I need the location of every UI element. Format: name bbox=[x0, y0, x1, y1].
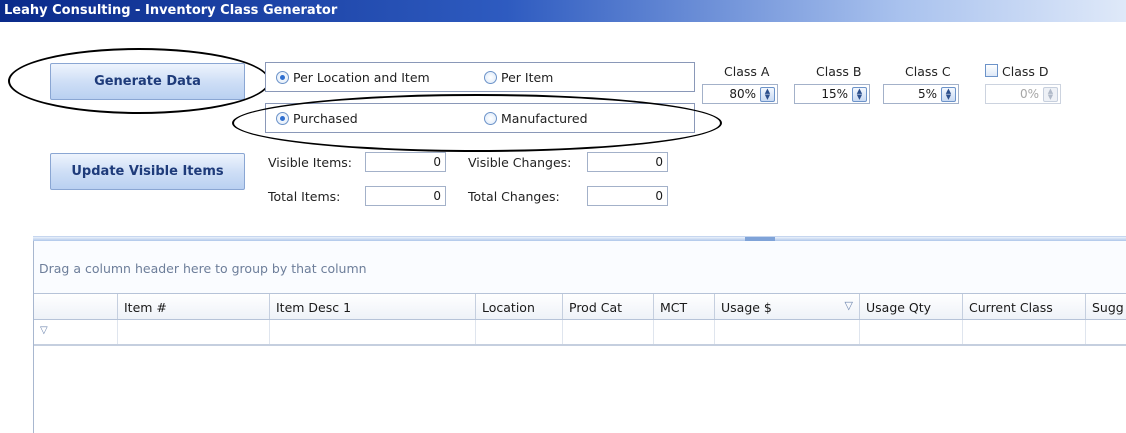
visible-items-value: 0 bbox=[365, 152, 446, 172]
total-items-label: Total Items: bbox=[268, 189, 341, 204]
filter-cell-usage-dollars[interactable] bbox=[715, 320, 860, 344]
sort-descending-icon[interactable]: ▽ bbox=[845, 299, 853, 312]
column-header-location[interactable]: Location bbox=[476, 294, 563, 319]
radio-selected-icon bbox=[276, 112, 289, 125]
spin-arrows-icon: ▲ ▼ bbox=[1043, 86, 1058, 102]
filter-cell-item-desc[interactable] bbox=[270, 320, 476, 344]
visible-changes-value: 0 bbox=[587, 152, 668, 172]
column-header-item-desc[interactable]: Item Desc 1 bbox=[270, 294, 476, 319]
filter-cell-item-number[interactable] bbox=[118, 320, 270, 344]
purchased-radio[interactable]: Purchased bbox=[276, 111, 358, 126]
spin-arrows-icon[interactable]: ▲ ▼ bbox=[760, 86, 775, 102]
total-items-value: 0 bbox=[365, 186, 446, 206]
spin-arrows-icon[interactable]: ▲ ▼ bbox=[852, 86, 867, 102]
scope-group: Per Location and Item Per Item bbox=[265, 62, 695, 92]
source-group: Purchased Manufactured bbox=[265, 103, 695, 133]
column-header-item-number[interactable]: Item # bbox=[118, 294, 270, 319]
column-header-suggested[interactable]: Sugg bbox=[1086, 294, 1126, 319]
class-d-spinner: 0% ▲ ▼ bbox=[985, 84, 1061, 104]
column-header-prod-cat[interactable]: Prod Cat bbox=[563, 294, 654, 319]
total-changes-value: 0 bbox=[587, 186, 668, 206]
column-header-current-class[interactable]: Current Class bbox=[963, 294, 1086, 319]
manufactured-radio[interactable]: Manufactured bbox=[484, 111, 588, 126]
class-b-spinner[interactable]: 15% ▲ ▼ bbox=[794, 84, 870, 104]
visible-items-label: Visible Items: bbox=[268, 155, 352, 170]
column-header-usage-dollars[interactable]: Usage $ ▽ bbox=[715, 294, 860, 319]
class-a-spinner[interactable]: 80% ▲ ▼ bbox=[702, 84, 778, 104]
filter-cell-suggested[interactable] bbox=[1086, 320, 1126, 344]
class-b-value: 15% bbox=[821, 87, 848, 101]
per-item-label: Per Item bbox=[501, 70, 554, 85]
per-location-and-item-radio[interactable]: Per Location and Item bbox=[276, 70, 430, 85]
grid-filter-row: ▽ bbox=[34, 320, 1126, 346]
filter-cell-location[interactable] bbox=[476, 320, 563, 344]
usage-dollars-label: Usage $ bbox=[721, 300, 772, 315]
window-title: Leahy Consulting - Inventory Class Gener… bbox=[0, 0, 1126, 22]
update-visible-items-button[interactable]: Update Visible Items bbox=[50, 153, 245, 190]
column-header-selector[interactable] bbox=[34, 294, 118, 319]
per-item-radio[interactable]: Per Item bbox=[484, 70, 553, 85]
filter-cell-selector[interactable]: ▽ bbox=[34, 320, 118, 344]
class-c-label: Class C bbox=[905, 64, 951, 79]
column-header-usage-qty[interactable]: Usage Qty bbox=[860, 294, 963, 319]
filter-cell-usage-qty[interactable] bbox=[860, 320, 963, 344]
total-changes-label: Total Changes: bbox=[468, 189, 560, 204]
class-d-value: 0% bbox=[1019, 87, 1039, 101]
class-d-label: Class D bbox=[1002, 64, 1049, 79]
purchased-label: Purchased bbox=[293, 111, 358, 126]
class-a-label: Class A bbox=[724, 64, 770, 79]
data-grid: Drag a column header here to group by th… bbox=[33, 241, 1126, 433]
filter-cell-mct[interactable] bbox=[654, 320, 715, 344]
grid-header-row: Item # Item Desc 1 Location Prod Cat MCT… bbox=[34, 293, 1126, 320]
class-c-value: 5% bbox=[917, 87, 937, 101]
column-header-mct[interactable]: MCT bbox=[654, 294, 715, 319]
generate-data-button[interactable]: Generate Data bbox=[50, 63, 245, 100]
filter-cell-current-class[interactable] bbox=[963, 320, 1086, 344]
group-by-panel[interactable]: Drag a column header here to group by th… bbox=[34, 241, 1126, 293]
radio-unselected-icon bbox=[484, 112, 497, 125]
per-location-and-item-label: Per Location and Item bbox=[293, 70, 430, 85]
class-a-value: 80% bbox=[729, 87, 756, 101]
filter-cell-prod-cat[interactable] bbox=[563, 320, 654, 344]
manufactured-label: Manufactured bbox=[501, 111, 588, 126]
radio-selected-icon bbox=[276, 71, 289, 84]
class-b-label: Class B bbox=[816, 64, 862, 79]
spin-arrows-icon[interactable]: ▲ ▼ bbox=[941, 86, 956, 102]
class-c-spinner[interactable]: 5% ▲ ▼ bbox=[883, 84, 959, 104]
radio-unselected-icon bbox=[484, 71, 497, 84]
visible-changes-label: Visible Changes: bbox=[468, 155, 572, 170]
filter-icon[interactable]: ▽ bbox=[40, 325, 48, 336]
class-d-checkbox[interactable] bbox=[985, 64, 998, 77]
